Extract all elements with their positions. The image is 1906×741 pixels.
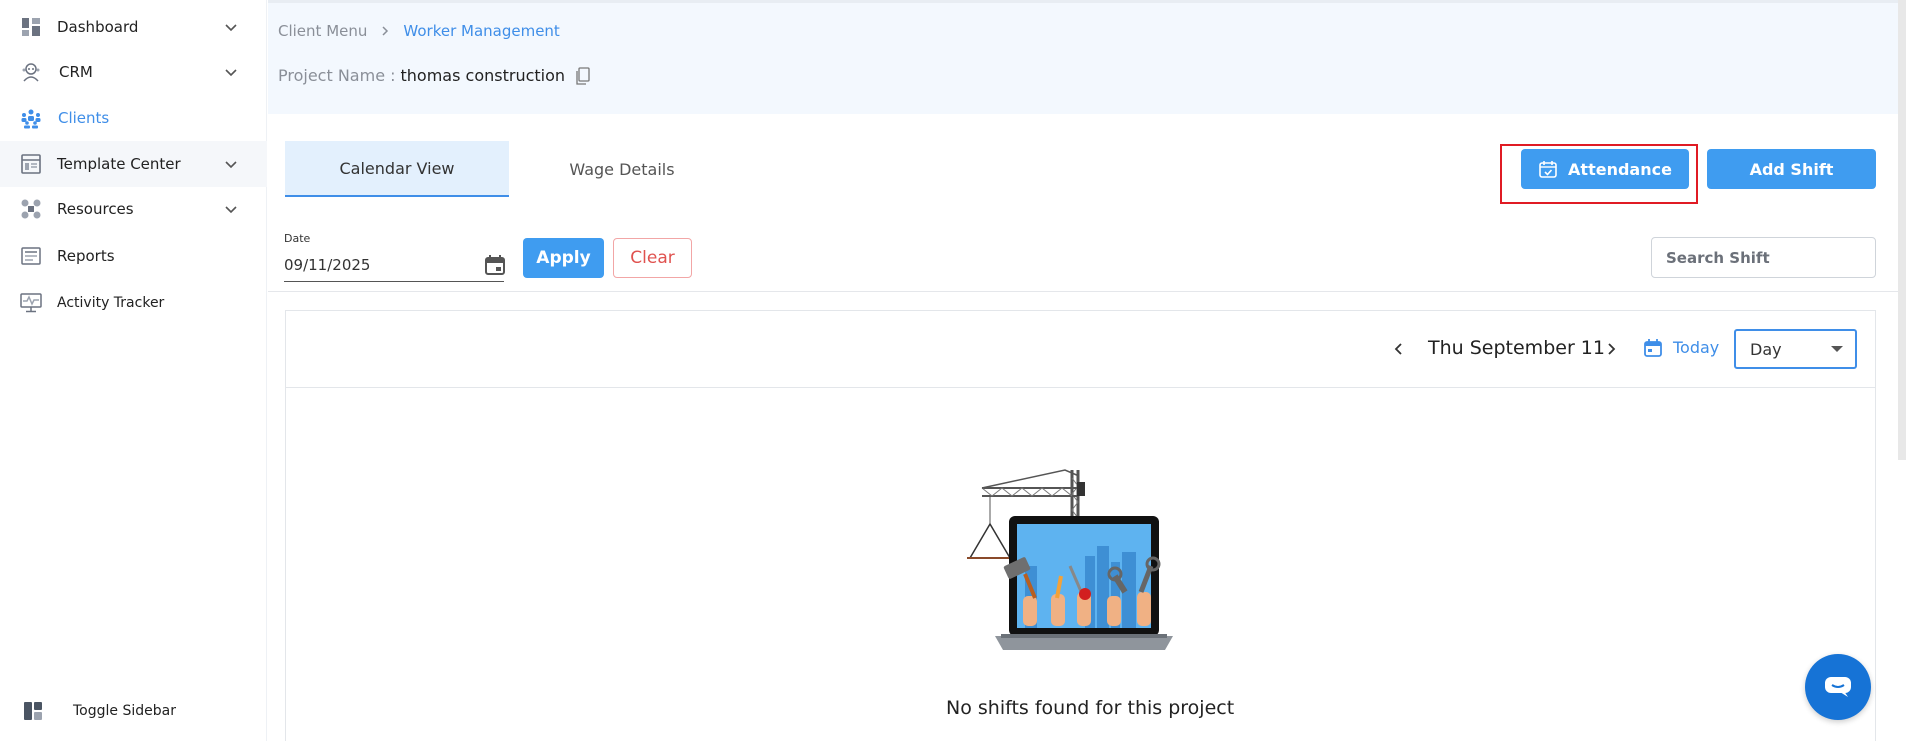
divider [285,387,1876,388]
caret-down-icon [1831,346,1843,352]
breadcrumb: Client Menu Worker Management [278,22,560,40]
today-button[interactable]: Today [1673,338,1719,357]
page-header [268,0,1906,114]
divider [268,291,1906,292]
sidebar-item-label: Resources [57,200,134,218]
sidebar-item-reports[interactable]: Reports [0,233,267,279]
sidebar-item-label: Dashboard [57,18,139,36]
apply-button[interactable]: Apply [523,238,604,278]
page-scrollbar[interactable] [1898,0,1906,460]
next-day-button[interactable] [1600,338,1622,360]
view-select-value: Day [1750,339,1782,359]
breadcrumb-client-menu[interactable]: Client Menu [278,22,367,40]
clear-button[interactable]: Clear [613,238,692,278]
add-shift-button[interactable]: Add Shift [1707,149,1876,189]
sidebar-item-label: Clients [58,109,110,127]
toggle-sidebar-button[interactable]: Toggle Sidebar [0,688,267,734]
calendar-current-date: Thu September 11 [1428,337,1605,359]
chevron-down-icon [225,69,237,77]
sidebar-item-resources[interactable]: Resources [0,186,267,232]
chevron-right-icon [1608,343,1616,355]
copy-icon[interactable] [575,66,591,85]
dashboard-icon [20,16,42,38]
chat-support-button[interactable] [1805,654,1871,720]
tab-wage-details[interactable]: Wage Details [510,141,734,197]
reports-icon [20,245,42,267]
chevron-left-icon [1394,343,1402,355]
tab-calendar-view[interactable]: Calendar View [285,141,509,197]
project-name-value: thomas construction [400,66,566,85]
search-shift-input[interactable] [1651,237,1876,278]
date-input[interactable]: 09/11/2025 [284,256,370,274]
empty-state-message: No shifts found for this project [946,697,1235,719]
toggle-sidebar-label: Toggle Sidebar [73,703,176,719]
today-calendar-icon[interactable] [1643,338,1663,358]
sidebar: Dashboard CRM Clients Template Center Re… [0,0,267,741]
clients-icon [20,107,42,129]
empty-state-illustration [967,469,1173,650]
sidebar-item-label: CRM [59,63,93,81]
chevron-down-icon [225,206,237,214]
chevron-right-icon [379,25,391,37]
template-icon [20,153,42,175]
chevron-down-icon [225,24,237,32]
crm-icon [20,61,42,83]
sidebar-item-clients[interactable]: Clients [0,95,267,141]
breadcrumb-worker-management[interactable]: Worker Management [403,22,559,40]
project-name-label: Project Name : [278,66,396,85]
sidebar-item-label: Template Center [57,155,181,173]
project-name-line: Project Name : thomas construction [278,66,591,85]
date-input-underline [284,281,504,282]
date-field-label: Date [284,232,311,245]
sidebar-item-label: Activity Tracker [57,295,165,311]
sidebar-item-crm[interactable]: CRM [0,49,267,95]
calendar-icon[interactable] [484,254,506,276]
sidebar-item-label: Reports [57,247,115,265]
chevron-down-icon [225,161,237,169]
sidebar-item-template-center[interactable]: Template Center [0,141,267,187]
sidebar-item-activity-tracker[interactable]: Activity Tracker [0,280,267,326]
prev-day-button[interactable] [1388,338,1410,360]
view-select[interactable]: Day [1734,329,1857,369]
resources-icon [20,198,42,220]
attendance-highlight [1500,144,1698,204]
sidebar-toggle-icon [22,700,44,722]
chat-bubble-icon [1825,677,1851,697]
activity-icon [20,292,42,314]
sidebar-item-dashboard[interactable]: Dashboard [0,4,267,50]
